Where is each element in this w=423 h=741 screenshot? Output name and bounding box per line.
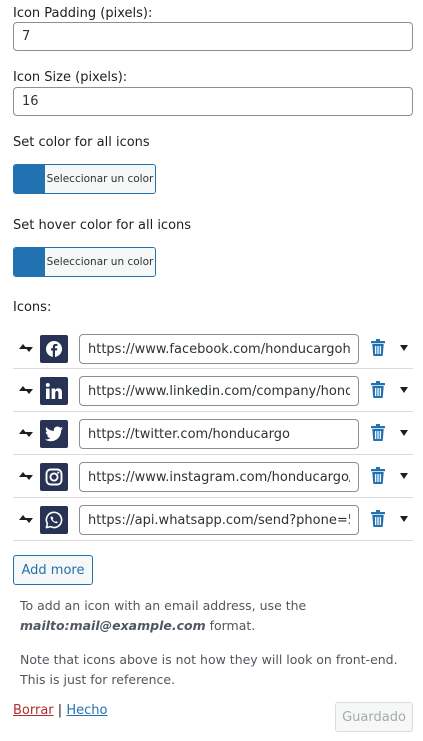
chevron-down-icon[interactable] — [400, 345, 408, 351]
sort-arrows-icon[interactable] — [19, 343, 33, 353]
email-help-text: To add an icon with an email address, us… — [20, 596, 412, 636]
footer-actions: Borrar | Hecho — [13, 703, 107, 718]
icon-row — [13, 498, 413, 541]
icon-url-input[interactable] — [79, 334, 359, 364]
chevron-down-icon[interactable] — [400, 473, 408, 479]
sort-arrows-icon[interactable] — [19, 514, 33, 524]
icon-url-input[interactable] — [79, 505, 359, 535]
icon-color-picker-label: Seleccionar un color — [45, 165, 155, 193]
icons-list — [13, 326, 413, 541]
twitter-icon — [40, 420, 68, 448]
icon-color-label: Set color for all icons — [13, 135, 150, 150]
icons-label: Icons: — [13, 300, 52, 315]
icon-url-input[interactable] — [79, 419, 359, 449]
sort-arrows-icon[interactable] — [19, 385, 33, 395]
icon-row — [13, 326, 413, 369]
icon-padding-input[interactable] — [13, 22, 413, 51]
icon-size-input[interactable] — [13, 87, 413, 116]
hover-color-picker-button[interactable]: Seleccionar un color — [13, 247, 156, 277]
reference-note: Note that icons above is not how they wi… — [20, 652, 398, 687]
whatsapp-icon — [40, 506, 68, 534]
icon-url-input[interactable] — [79, 376, 359, 406]
email-help-code: mailto:mail@example.com — [20, 618, 206, 633]
trash-icon[interactable] — [371, 339, 385, 356]
done-link[interactable]: Hecho — [66, 703, 107, 718]
icon-row — [13, 412, 413, 455]
hover-color-swatch — [14, 248, 45, 276]
facebook-icon — [40, 335, 68, 363]
icon-url-input[interactable] — [79, 462, 359, 492]
hover-color-label: Set hover color for all icons — [13, 218, 192, 233]
icon-row — [13, 455, 413, 498]
footer-separator: | — [57, 703, 63, 718]
trash-icon[interactable] — [371, 381, 385, 398]
icon-row — [13, 369, 413, 412]
chevron-down-icon[interactable] — [400, 430, 408, 436]
chevron-down-icon[interactable] — [400, 516, 408, 522]
email-help-prefix: To add an icon with an email address, us… — [20, 598, 307, 613]
trash-icon[interactable] — [371, 424, 385, 441]
trash-icon[interactable] — [371, 467, 385, 484]
linkedin-icon — [40, 377, 68, 405]
hover-color-picker-label: Seleccionar un color — [45, 248, 155, 276]
add-more-button[interactable]: Add more — [13, 555, 93, 585]
chevron-down-icon[interactable] — [400, 387, 408, 393]
icon-color-swatch — [14, 165, 45, 193]
saved-button[interactable]: Guardado — [335, 702, 413, 732]
delete-link[interactable]: Borrar — [13, 703, 54, 718]
sort-arrows-icon[interactable] — [19, 471, 33, 481]
email-help-suffix: format. — [209, 618, 256, 633]
icon-padding-label: Icon Padding (pixels): — [13, 6, 153, 21]
icon-size-label: Icon Size (pixels): — [13, 70, 128, 85]
widget-settings-panel: Icon Padding (pixels): Icon Size (pixels… — [0, 0, 423, 741]
trash-icon[interactable] — [371, 510, 385, 527]
sort-arrows-icon[interactable] — [19, 428, 33, 438]
instagram-icon — [40, 463, 68, 491]
icon-color-picker-button[interactable]: Seleccionar un color — [13, 164, 156, 194]
